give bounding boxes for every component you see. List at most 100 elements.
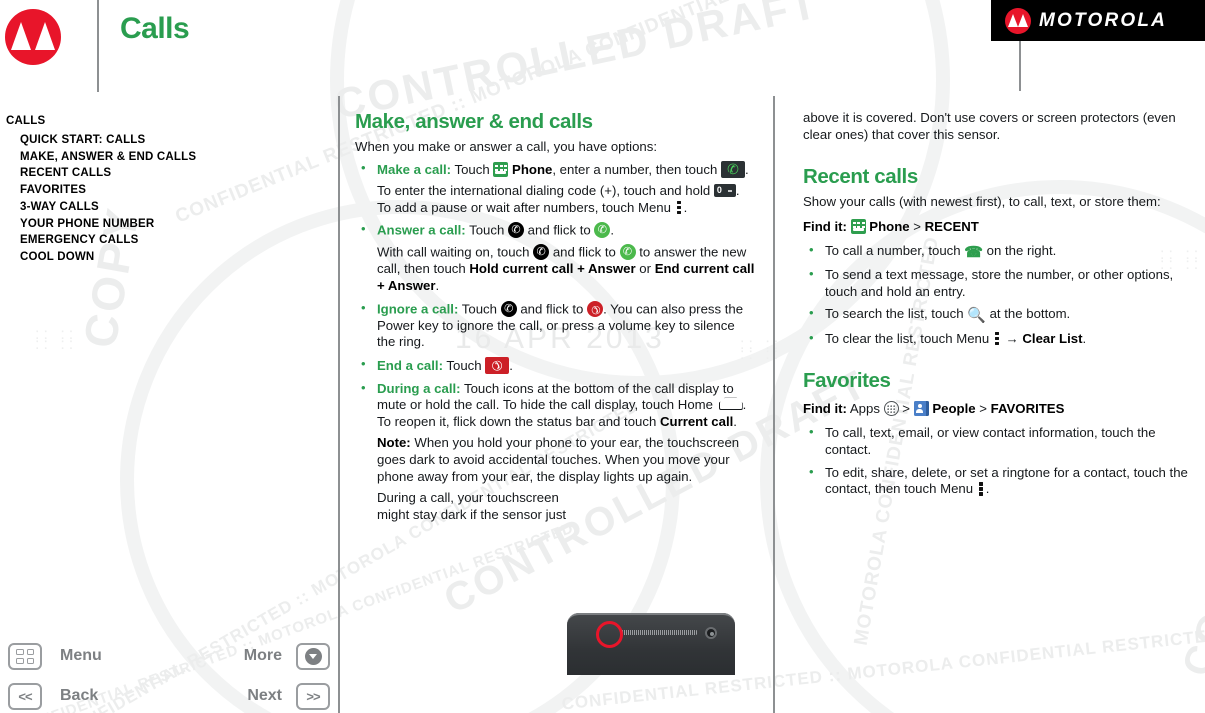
phone-front-camera-icon (705, 627, 717, 639)
list-item: To clear the list, touch Menu → Clear Li… (803, 330, 1191, 348)
breadcrumb-separator: > (913, 218, 921, 234)
bullet-lead-ignore-a-call: Ignore a call: (377, 301, 459, 317)
bullet-text: To call a number, touch (825, 242, 961, 258)
column-divider-1 (338, 96, 340, 713)
grid-icon (16, 648, 34, 664)
sidebar-item-make-answer-end[interactable]: MAKE, ANSWER & END CALLS (6, 149, 326, 166)
menu-dots-icon (978, 481, 984, 496)
section-heading-recent-calls: Recent calls (803, 165, 918, 188)
motorola-logo-icon (5, 9, 61, 65)
list-item-make-a-call: Make a call: Touch Phone, enter a number… (355, 159, 755, 217)
bullet-lead-answer-a-call: Answer a call: (377, 222, 466, 238)
menu-dots-icon (676, 200, 682, 215)
sidebar-item-emergency-calls[interactable]: EMERGENCY CALLS (6, 232, 326, 249)
list-item: To call a number, touch ☎ on the right. (803, 242, 1191, 262)
nav-row-back-next: << Back Next >> (8, 679, 330, 713)
content-column-left: Make, answer & end calls When you make o… (355, 110, 755, 529)
bullet-text: . (733, 413, 737, 429)
bullet-text: To search the list, touch (825, 306, 964, 322)
chevron-down-icon (304, 647, 322, 665)
right-divider (1019, 41, 1021, 91)
recent-intro: Show your calls (with newest first), to … (803, 194, 1161, 209)
content-column-right: above it is covered. Don't use covers or… (803, 110, 1191, 504)
column-divider-2 (773, 96, 775, 713)
phone-dialpad-icon (850, 218, 866, 234)
more-button[interactable] (296, 642, 330, 670)
bullet-text: Touch (454, 161, 490, 177)
bullet-text: . (610, 222, 615, 238)
sidebar-item-your-phone-number[interactable]: YOUR PHONE NUMBER (6, 216, 326, 233)
answer-call-icon (619, 244, 636, 261)
phone-bezel (567, 613, 735, 675)
next-button[interactable]: >> (296, 682, 330, 710)
sub-text: With call waiting on, touch (377, 244, 530, 260)
find-it-label: Find it: (803, 218, 847, 234)
phone-dialpad-icon (493, 161, 509, 177)
zero-key-icon (713, 183, 736, 198)
sidebar-toc: CALLS QUICK START: CALLS MAKE, ANSWER & … (6, 113, 326, 266)
list-item: To search the list, touch 🔍 at the botto… (803, 305, 1191, 325)
find-it-recent: Find it: Phone > RECENT (803, 218, 1191, 236)
incoming-call-icon (533, 244, 550, 261)
home-icon (719, 399, 741, 410)
menu-button[interactable] (8, 642, 42, 670)
bullet-text: at the bottom. (989, 306, 1071, 322)
bullet-text: Touch (446, 357, 482, 373)
sidebar-section-title: CALLS (6, 115, 46, 127)
arrow-glyph: → (1005, 330, 1019, 346)
sub-text: and flick to (552, 244, 616, 260)
menu-label: Menu (60, 647, 102, 664)
option-hold-current-call: Hold current call + Answer (469, 261, 636, 277)
list-item-answer-a-call: Answer a call: Touch and flick to . With… (355, 221, 755, 294)
list-item-during-a-call: During a call: Touch icons at the bottom… (355, 380, 755, 524)
continued-paragraph: above it is covered. Don't use covers or… (803, 110, 1176, 142)
favorites-list: To call, text, email, or view contact in… (803, 424, 1191, 498)
sidebar-item-favorites[interactable]: FAVORITES (6, 182, 326, 199)
page-title: Calls (120, 12, 190, 45)
phone-top-illustration (567, 613, 735, 675)
bullet-text: To call, text, email, or view contact in… (825, 425, 1156, 458)
more-label: More (243, 647, 282, 664)
bullet-lead-during-a-call: During a call: (377, 380, 461, 396)
bullet-text: on the right. (986, 242, 1057, 258)
section-heading-favorites: Favorites (803, 369, 891, 393)
sidebar-item-quick-start[interactable]: QUICK START: CALLS (6, 132, 326, 149)
list-item-end-a-call: End a call: Touch . (355, 356, 755, 375)
bullet-text: and flick to (527, 222, 591, 238)
brand-wordmark: MOTOROLA (1039, 9, 1168, 31)
option-current-call: Current call (659, 413, 734, 429)
sidebar-item-cool-down[interactable]: COOL DOWN (6, 249, 326, 266)
bullet-text: . (744, 161, 749, 177)
search-icon: 🔍 (967, 307, 986, 325)
note-label: Note: (377, 435, 411, 451)
bullet-text: To edit, share, delete, or set a rington… (825, 464, 1188, 497)
bullet-text: Touch (469, 222, 505, 238)
list-item: To edit, share, delete, or set a rington… (803, 464, 1191, 498)
tab-recent: RECENT (924, 218, 979, 234)
answer-call-icon (594, 222, 611, 239)
tail-text: During a call, your touchscreen might st… (377, 490, 567, 522)
sub-text: or (639, 261, 652, 277)
option-clear-list: Clear List (1022, 330, 1083, 346)
section-heading-make-answer-end: Make, answer & end calls (355, 110, 593, 133)
incoming-call-icon (500, 300, 517, 317)
sub-text: To enter the international dialing code … (377, 183, 711, 199)
sub-paragraph-call-waiting: With call waiting on, touch and flick to… (377, 244, 755, 294)
sidebar-item-3-way-calls[interactable]: 3-WAY CALLS (6, 199, 326, 216)
bullet-text: , enter a number, then touch (552, 161, 718, 177)
phone-earpiece-speaker (620, 630, 698, 635)
back-button[interactable]: << (8, 682, 42, 710)
intro-paragraph: When you make or answer a call, you have… (355, 139, 658, 154)
bullet-text: Touch (461, 301, 497, 317)
options-list: Make a call: Touch Phone, enter a number… (355, 159, 755, 524)
header-divider (97, 0, 99, 92)
next-label: Next (247, 687, 282, 704)
phone-handset-icon: ☎ (964, 243, 983, 261)
ignore-call-icon (587, 300, 604, 317)
sidebar-item-recent-calls[interactable]: RECENT CALLS (6, 165, 326, 182)
breadcrumb-separator: > (979, 401, 987, 417)
find-it-favorites: Find it: Apps > People > FAVORITES (803, 400, 1191, 418)
back-label: Back (60, 687, 99, 704)
proximity-sensor-highlight (596, 621, 623, 648)
chevron-right-icon: >> (306, 688, 320, 704)
